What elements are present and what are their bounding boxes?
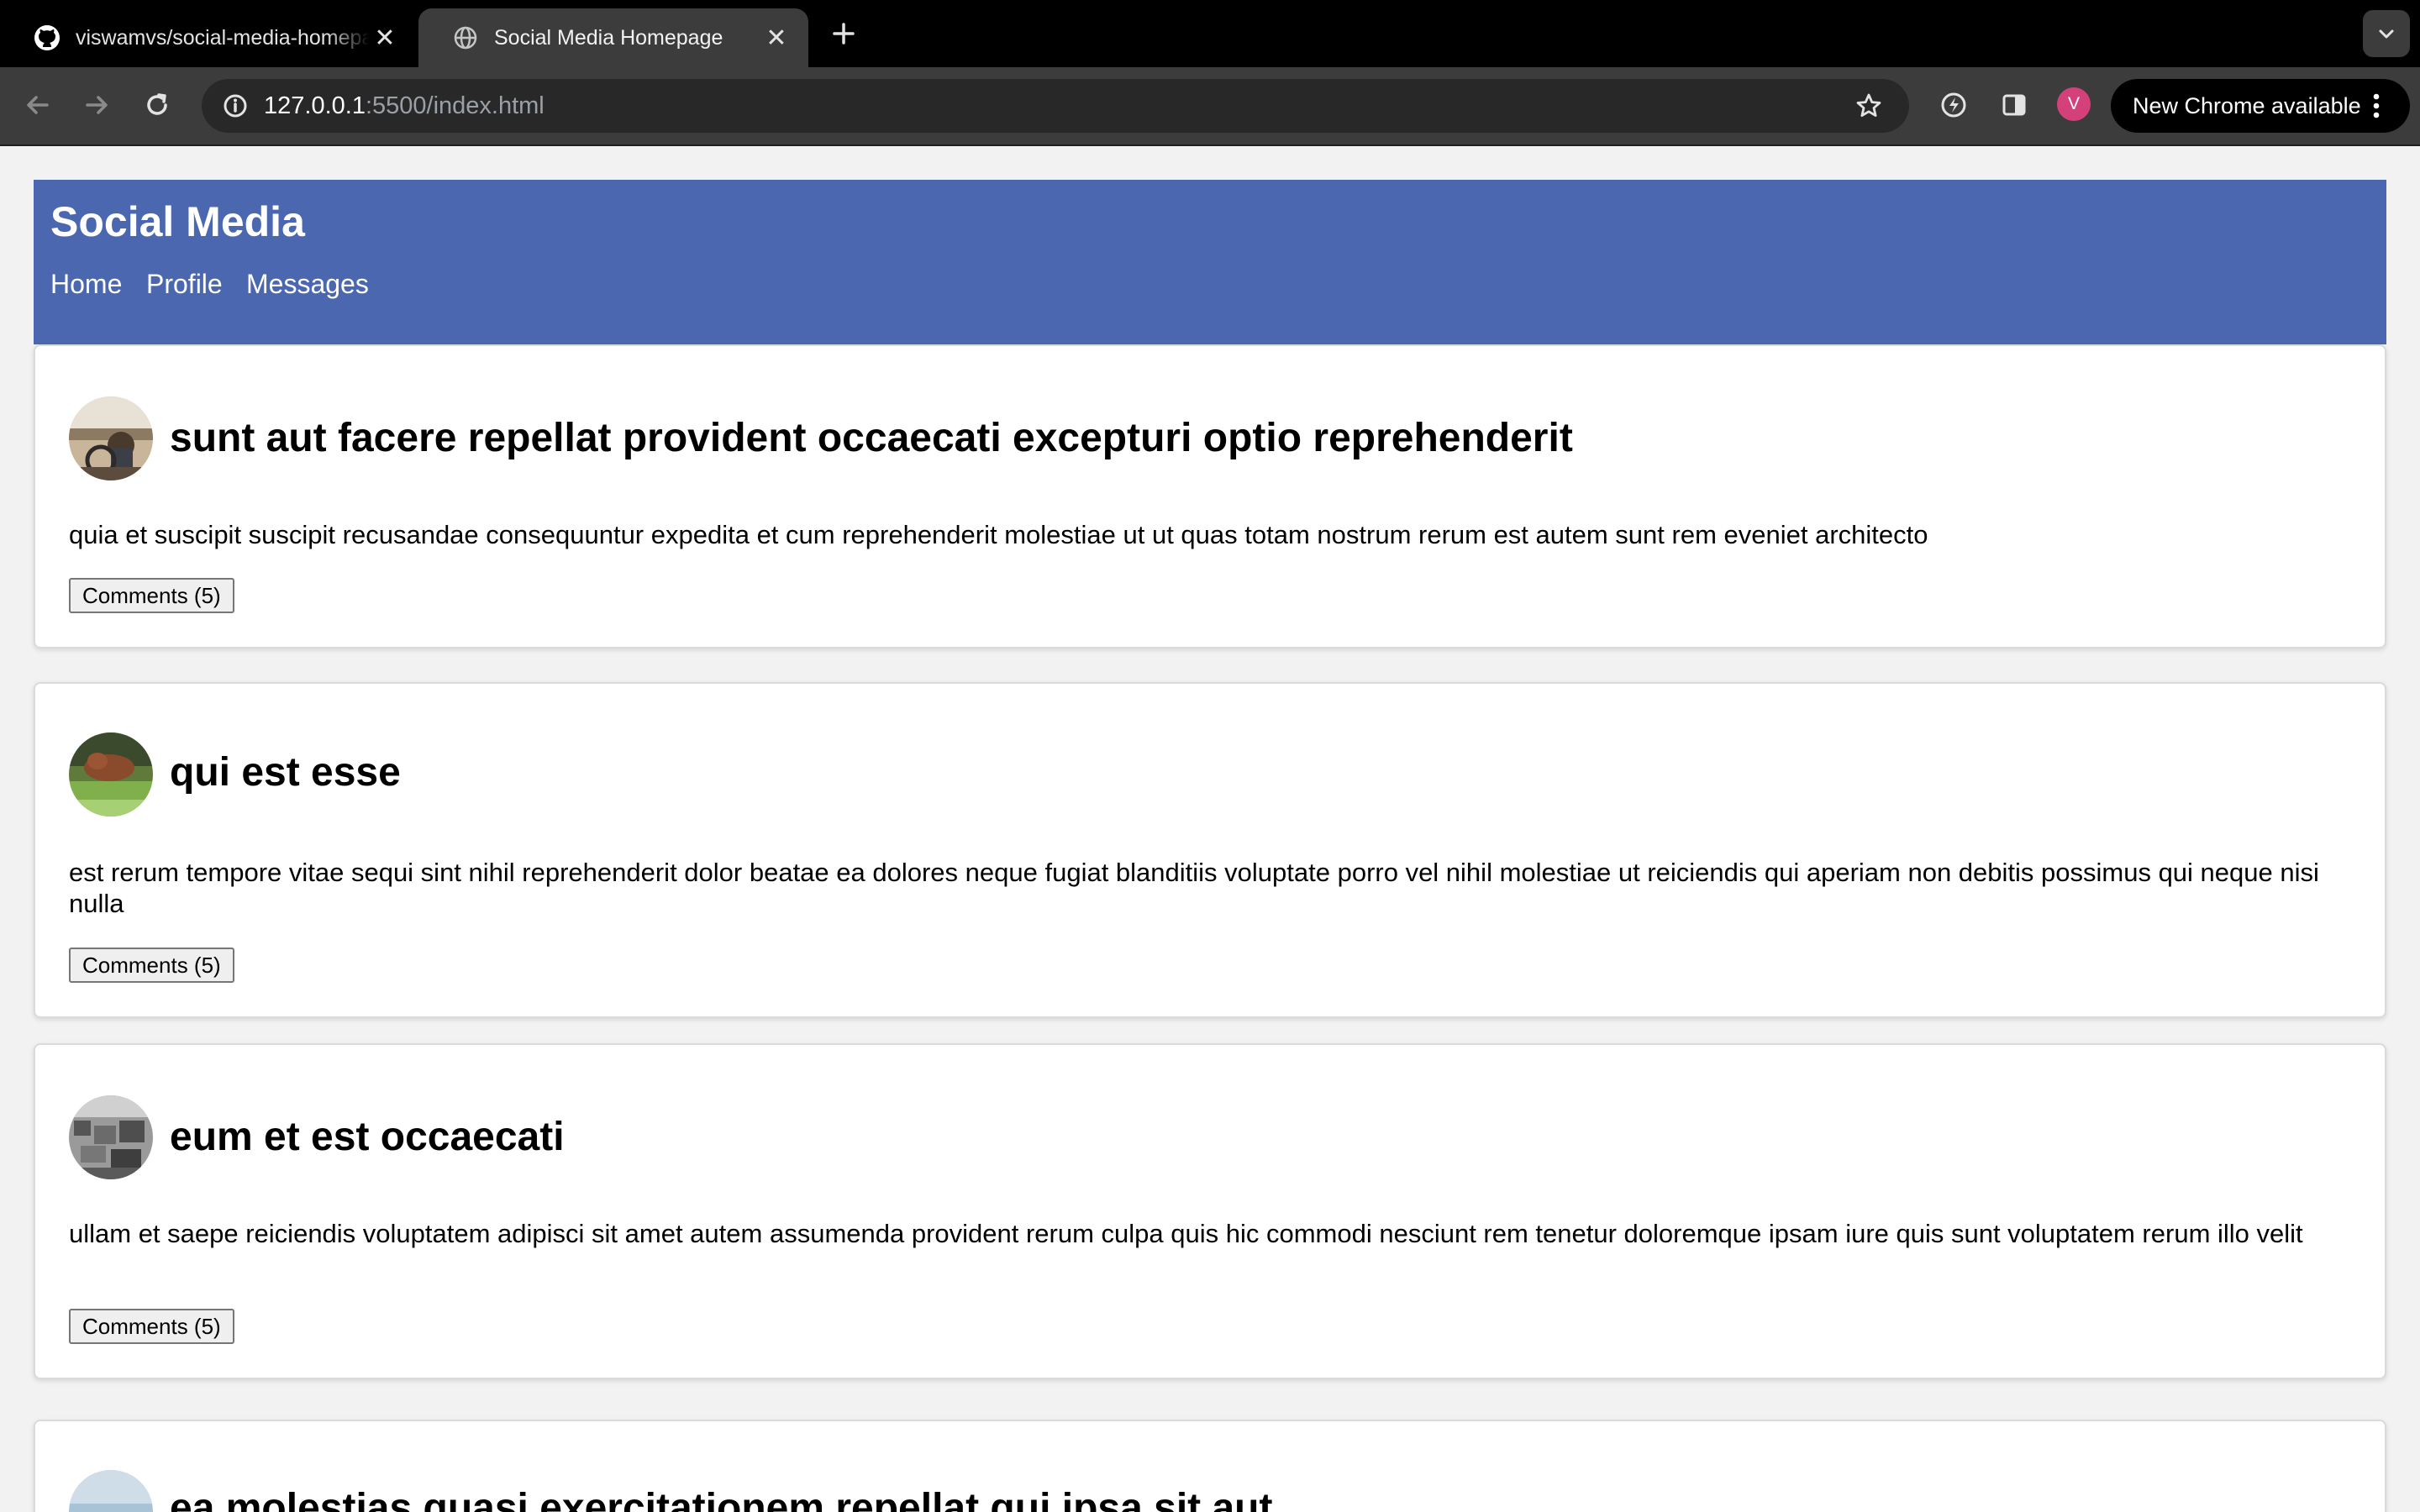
url-path: :5500/index.html xyxy=(365,92,544,119)
arrow-left-icon xyxy=(27,96,49,114)
github-icon xyxy=(34,25,60,50)
nav-messages[interactable]: Messages xyxy=(246,267,369,301)
post-title: sunt aut facere repellat provident occae… xyxy=(170,416,1573,460)
avatar xyxy=(69,1470,153,1512)
reload-button[interactable] xyxy=(136,84,178,126)
plus-icon xyxy=(833,23,855,45)
tab-search-button[interactable] xyxy=(2363,10,2410,57)
tab-title: Social Media Homepage xyxy=(494,25,723,50)
post-card: qui est esse est rerum tempore vitae seq… xyxy=(34,682,2386,1018)
address-bar[interactable]: 127.0.0.1:5500/index.html xyxy=(202,79,1909,133)
avatar xyxy=(69,396,153,480)
post-card: sunt aut facere repellat provident occae… xyxy=(34,344,2386,648)
post-title: eum et est occaecati xyxy=(170,1115,565,1159)
post-card: ea molestias quasi exercitationem repell… xyxy=(34,1420,2386,1512)
post-title: qui est esse xyxy=(170,750,401,795)
site-info-button[interactable] xyxy=(215,86,255,126)
comments-button[interactable]: Comments (5) xyxy=(69,1309,234,1344)
more-menu-icon[interactable] xyxy=(2361,91,2391,121)
chevron-down-icon xyxy=(2379,29,2394,39)
performance-icon xyxy=(1941,92,1966,118)
avatar-photo xyxy=(69,1470,153,1512)
post-card: eum et est occaecati ullam et saepe reic… xyxy=(34,1043,2386,1379)
tab-title: viswamvs/social-media-homepage xyxy=(76,25,370,50)
avatar-photo xyxy=(69,732,153,816)
performance-button[interactable] xyxy=(1933,84,1975,126)
side-panel-icon xyxy=(2002,94,2026,116)
side-panel-button[interactable] xyxy=(1993,84,2035,126)
close-tab-icon[interactable]: ✕ xyxy=(370,23,400,53)
browser-tab-strip: viswamvs/social-media-homepage ✕ Social … xyxy=(0,0,2420,67)
forward-button[interactable] xyxy=(76,84,118,126)
post-body: quia et suscipit suscipit recusandae con… xyxy=(69,520,1928,549)
bookmark-button[interactable] xyxy=(1849,86,1889,126)
site-header: Social Media xyxy=(34,180,2386,344)
globe-icon xyxy=(454,26,477,50)
avatar xyxy=(69,1095,153,1179)
info-icon xyxy=(224,94,247,118)
url-host: 127.0.0.1 xyxy=(264,92,366,119)
nav-home[interactable]: Home xyxy=(50,267,122,301)
post-body: est rerum tempore vitae sequi sint nihil… xyxy=(69,858,2319,918)
comments-button[interactable]: Comments (5) xyxy=(69,948,234,983)
avatar-photo xyxy=(69,1095,153,1179)
close-tab-icon[interactable]: ✕ xyxy=(761,23,792,53)
avatar xyxy=(69,732,153,816)
browser-tab-github[interactable]: viswamvs/social-media-homepage ✕ xyxy=(0,8,417,67)
kebab-icon xyxy=(2373,93,2380,118)
nav-profile[interactable]: Profile xyxy=(146,267,223,301)
comments-button[interactable]: Comments (5) xyxy=(69,578,234,613)
site-title: Social Media xyxy=(50,198,305,245)
update-chrome-button[interactable]: New Chrome available xyxy=(2111,79,2410,133)
avatar-photo xyxy=(69,396,153,480)
new-tab-button[interactable] xyxy=(827,17,860,50)
arrow-right-icon xyxy=(86,96,108,114)
update-label: New Chrome available xyxy=(2133,92,2361,118)
url-text: 127.0.0.1:5500/index.html xyxy=(264,79,544,133)
reload-icon xyxy=(147,93,167,115)
post-title: ea molestias quasi exercitationem repell… xyxy=(170,1486,1273,1512)
browser-toolbar: 127.0.0.1:5500/index.html V New Chrome a… xyxy=(0,67,2420,146)
browser-tab-social-media[interactable]: Social Media Homepage ✕ xyxy=(418,8,808,67)
back-button[interactable] xyxy=(17,84,59,126)
profile-avatar[interactable]: V xyxy=(2057,87,2091,121)
post-body: ullam et saepe reiciendis voluptatem adi… xyxy=(69,1219,2303,1248)
star-icon xyxy=(1856,93,1881,117)
